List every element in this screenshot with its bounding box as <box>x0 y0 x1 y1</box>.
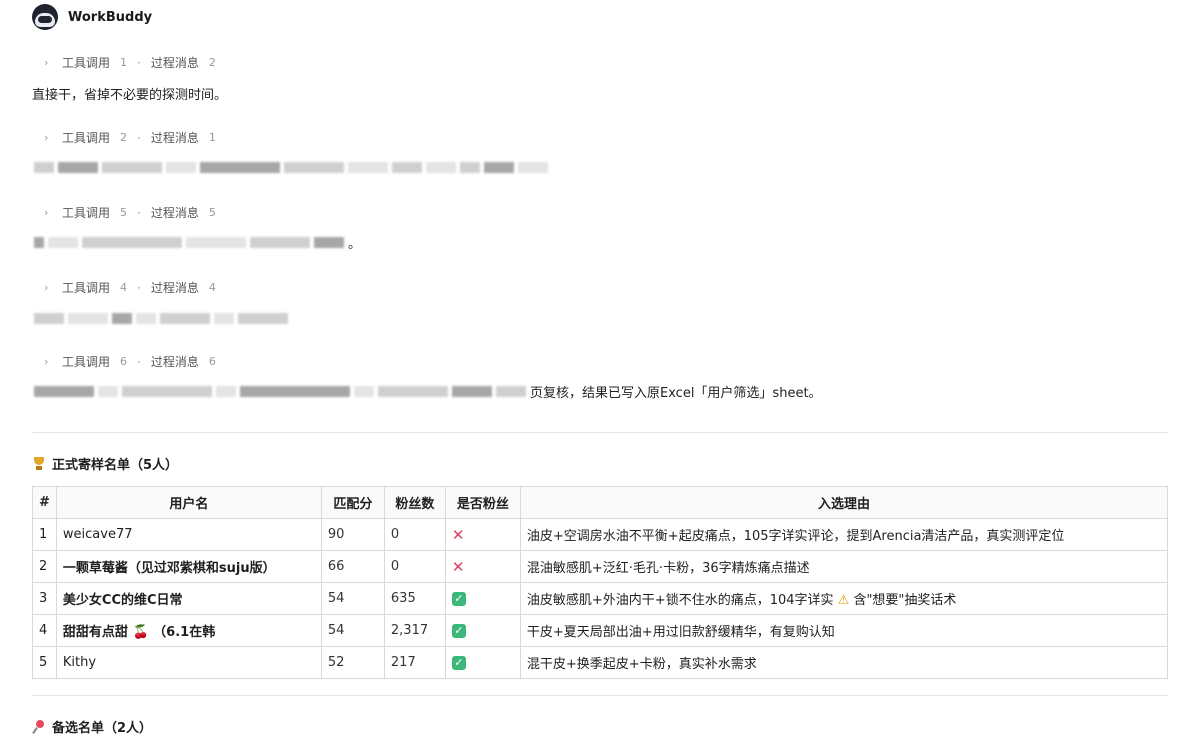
user-name: 美少女CC的维C日常 <box>55 582 322 615</box>
col-reason: 入选理由 <box>519 486 1169 519</box>
divider <box>32 432 1168 433</box>
col-score: 匹配分 <box>320 486 385 519</box>
section-title-backup: 备选名单（2人） <box>32 717 152 736</box>
step-toggle-5[interactable]: › 工具调用 6 · 过程消息 6 <box>44 353 216 370</box>
table-row: 5 Kithy 52 217 ✓ 混干皮+换季起皮+卡粉，真实补水需求 <box>32 646 1169 679</box>
chevron-right-icon: › <box>44 206 49 219</box>
col-fans: 粉丝数 <box>383 486 446 519</box>
step-toggle-3[interactable]: › 工具调用 5 · 过程消息 5 <box>44 204 216 221</box>
cherry-icon: 🍒 <box>132 625 149 640</box>
shortlist-table: # 用户名 匹配分 粉丝数 是否粉丝 入选理由 1 weicave77 90 0… <box>32 486 1169 679</box>
warning-icon: ⚠ <box>837 593 850 608</box>
table-header-row: # 用户名 匹配分 粉丝数 是否粉丝 入选理由 <box>32 486 1169 519</box>
cross-icon: ✕ <box>451 557 465 576</box>
chevron-right-icon: › <box>44 355 49 368</box>
step-toggle-4[interactable]: › 工具调用 4 · 过程消息 4 <box>44 279 216 296</box>
user-name: 一颗草莓酱（见过邓紫棋和suju版） <box>55 550 322 583</box>
check-icon: ✓ <box>451 624 466 638</box>
divider <box>32 695 1168 696</box>
chevron-right-icon: › <box>44 131 49 144</box>
redacted-message-4 <box>34 312 292 324</box>
bot-avatar <box>32 4 58 30</box>
step-toggle-2[interactable]: › 工具调用 2 · 过程消息 1 <box>44 129 216 146</box>
table-row: 4 甜甜有点甜 🍒 （6.1在韩 54 2,317 ✓ 干皮+夏天局部出油+用过… <box>32 614 1169 647</box>
cross-icon: ✕ <box>451 525 465 544</box>
pin-icon <box>32 719 46 734</box>
user-name: weicave77 <box>55 518 322 551</box>
trophy-icon <box>32 456 46 471</box>
table-row: 2 一颗草莓酱（见过邓紫棋和suju版） 66 0 ✕ 混油敏感肌+泛红·毛孔·… <box>32 550 1169 583</box>
redacted-message-3: 。 <box>34 236 361 252</box>
redacted-message-5: 页复核，结果已写入原Excel「用户筛选」sheet。 <box>34 385 822 401</box>
chevron-right-icon: › <box>44 281 49 294</box>
chevron-right-icon: › <box>44 56 49 69</box>
section-title-main: 正式寄样名单（5人） <box>32 454 178 473</box>
user-name: 甜甜有点甜 🍒 （6.1在韩 <box>55 614 322 647</box>
table-row: 3 美少女CC的维C日常 54 635 ✓ 油皮敏感肌+外油内干+锁不住水的痛点… <box>32 582 1169 615</box>
check-icon: ✓ <box>451 656 466 670</box>
step-message-1: 直接干，省掉不必要的探测时间。 <box>32 88 228 103</box>
bot-name: WorkBuddy <box>68 9 153 25</box>
check-icon: ✓ <box>451 592 466 606</box>
chat-header: WorkBuddy <box>32 4 152 30</box>
user-name: Kithy <box>55 646 322 679</box>
col-is-fan: 是否粉丝 <box>444 486 521 519</box>
redacted-message-2 <box>34 161 552 173</box>
step-toggle-1[interactable]: › 工具调用 1 · 过程消息 2 <box>44 54 216 71</box>
table-row: 1 weicave77 90 0 ✕ 油皮+空调房水油不平衡+起皮痛点，105字… <box>32 518 1169 551</box>
col-user: 用户名 <box>55 486 322 519</box>
col-index: # <box>32 486 57 519</box>
